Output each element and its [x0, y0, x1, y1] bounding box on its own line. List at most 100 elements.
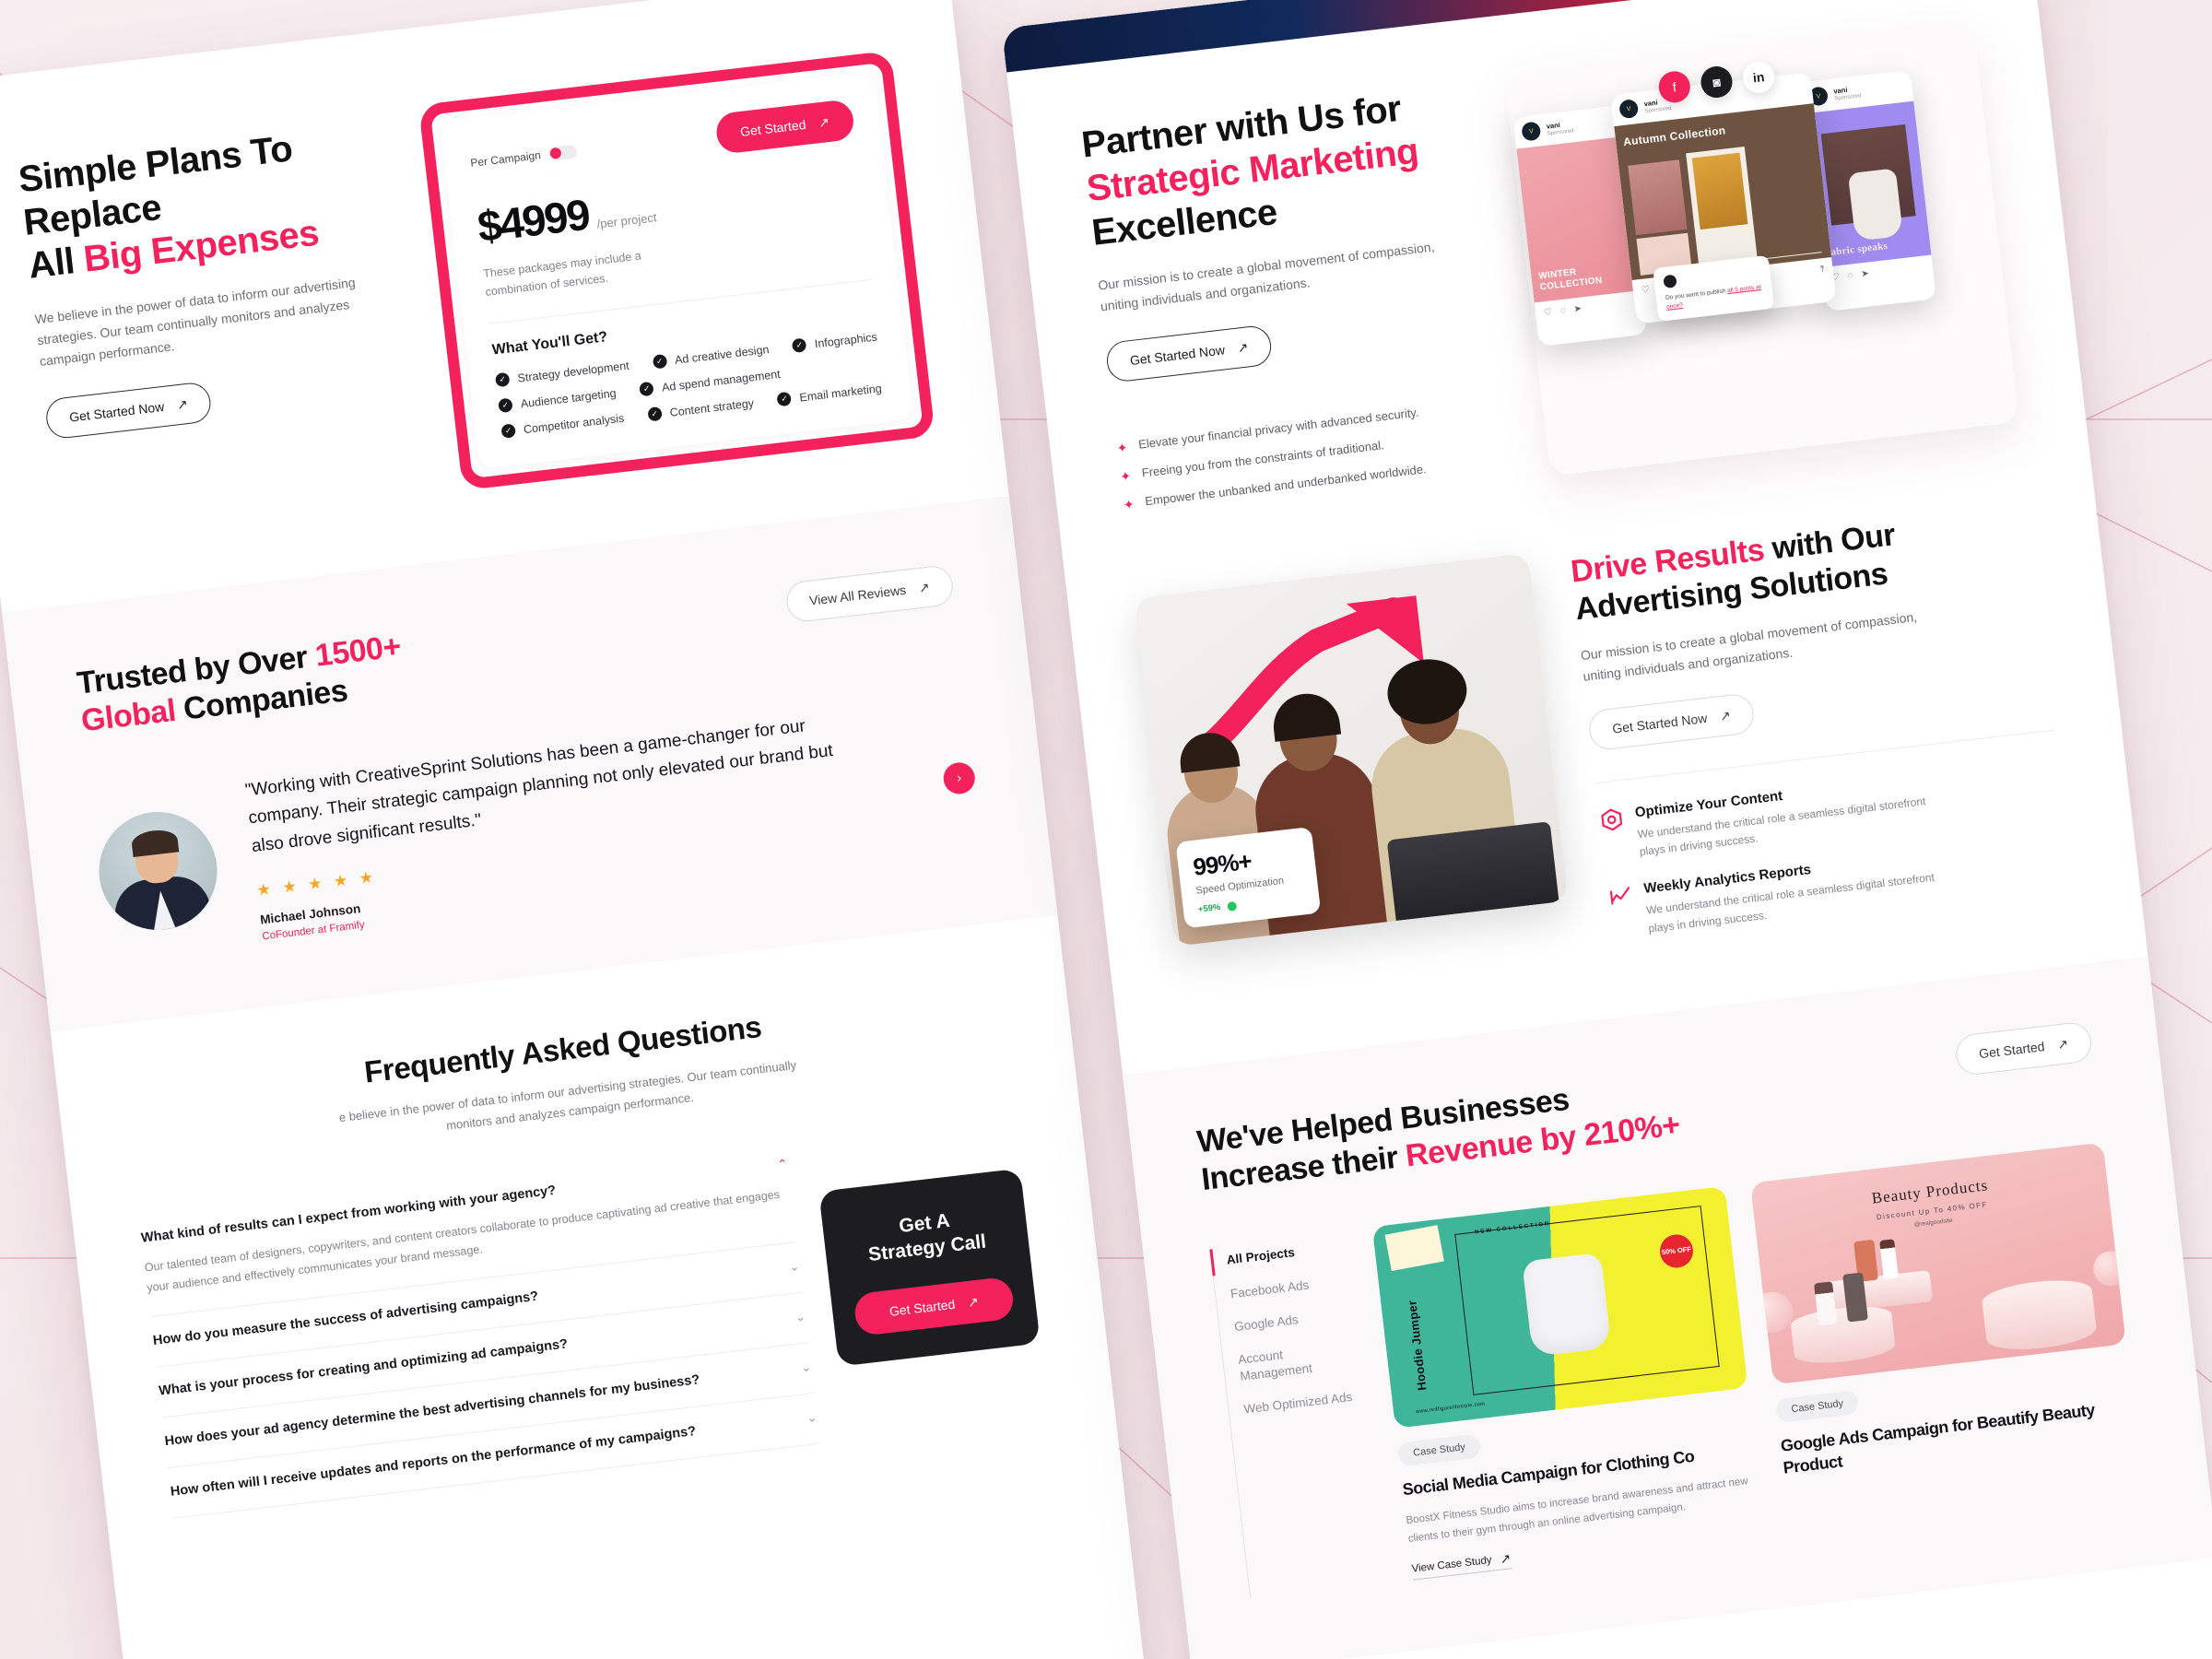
comment-icon[interactable]: ◌ [1559, 306, 1566, 317]
arrow-up-right-icon: ↗ [967, 1293, 980, 1310]
view-all-reviews-button[interactable]: View All Reviews ↗ [783, 564, 955, 624]
view-case-study-link[interactable]: View Case Study ↗ [1410, 1551, 1512, 1581]
arrow-up-right-icon: ↗ [2056, 1035, 2069, 1053]
feature-item: ✓ Content strategy [647, 395, 755, 422]
testimonial-author-role: CoFounder at Framify [261, 919, 366, 943]
instagram-icon[interactable]: ◙ [1699, 65, 1735, 100]
sparkle-icon: ✦ [1123, 496, 1135, 513]
check-icon: ✓ [500, 423, 516, 439]
post-image: Autumn Collection [1614, 103, 1832, 281]
podium-decoration [1980, 1276, 2099, 1355]
faq-section: Frequently Asked Questions e believe in … [50, 915, 1124, 1609]
testimonial-title-accent-1: 1500+ [312, 629, 403, 674]
view-all-reviews-label: View All Reviews [808, 582, 907, 608]
case-study-badge: Case Study [1775, 1390, 1860, 1424]
partner-title: Partner with Us for Strategic Marketing … [1079, 77, 1488, 254]
speed-stat-card: 99%+ Speed Optimization +59% [1175, 827, 1322, 929]
pricing-description: We believe in the power of data to infor… [33, 274, 357, 369]
arrow-up-right-icon: ↗ [1236, 339, 1250, 356]
podium-decoration [1789, 1302, 1897, 1368]
chevron-down-icon[interactable]: ⌄ [800, 1359, 812, 1375]
card-get-started-button[interactable]: Get Started ↗ [713, 99, 856, 155]
sphere-decoration [1750, 1289, 1795, 1335]
sparkle-icon: ✦ [1119, 468, 1133, 485]
plan-label-group: Per Campaign [470, 144, 578, 170]
comment-icon[interactable]: ◌ [1847, 270, 1853, 281]
case-image-url: www.redfigurelifestyle.com [1415, 1401, 1486, 1416]
account-avatar: V [1618, 99, 1640, 120]
case-study-card[interactable]: Beauty Products Discount Up To 40% OFF @… [1750, 1142, 2144, 1537]
team-photo: 99%+ Speed Optimization +59% [1134, 553, 1569, 947]
cta-line-1: Get A [898, 1209, 951, 1238]
price-note: These packages may include a combination… [482, 249, 642, 299]
pricing-card: Per Campaign Get Started ↗ $4999 /per pr… [440, 72, 914, 469]
feature-item: ✓ Email marketing [776, 381, 883, 407]
pricing-get-started-button[interactable]: Get Started Now ↗ [43, 381, 214, 441]
app-badge-icon [1663, 274, 1677, 289]
billing-toggle[interactable] [547, 144, 578, 161]
facebook-icon[interactable]: f [1656, 69, 1692, 105]
helped-businesses-section: We've Helped Businesses Increase their R… [1122, 956, 2212, 1659]
chevron-down-icon[interactable]: ⌄ [794, 1310, 806, 1325]
feature-item: ✓ Competitor analysis [500, 411, 625, 439]
share-icon[interactable]: ➤ [1861, 268, 1870, 279]
helped-get-started-label: Get Started [1978, 1038, 2046, 1061]
feature-label: Infographics [814, 330, 878, 350]
linkedin-icon[interactable]: in [1741, 59, 1777, 95]
helped-get-started-button[interactable]: Get Started ↗ [1953, 1020, 2094, 1077]
paper-note-decoration [1384, 1225, 1444, 1272]
account-avatar: V [1521, 121, 1542, 142]
faq-list: What kind of results can I expect from w… [138, 1139, 820, 1519]
testimonial-title-accent-2: Global [79, 692, 178, 739]
helped-title: We've Helped Businesses Increase their R… [1195, 1068, 1682, 1198]
page-title: Simple Plans To Replace All Big Expenses [17, 117, 398, 289]
drive-get-started-label: Get Started Now [1611, 710, 1709, 736]
speed-delta: +59% [1197, 902, 1222, 915]
feature-label: Ad creative design [674, 342, 771, 367]
strategy-call-card: Get A Strategy Call Get Started ↗ [818, 1168, 1041, 1367]
bookmark-icon[interactable]: ⤒ [1820, 265, 1826, 275]
line-chart-icon [1609, 887, 1630, 905]
case-study-image-hoodie: NEW COLLECTION 50% OFF Hoodie Jumper www… [1371, 1186, 1748, 1430]
pricing-hero-copy: Simple Plans To Replace All Big Expenses… [17, 117, 427, 537]
arrow-up-right-icon: ↗ [1719, 707, 1732, 724]
check-icon: ✓ [647, 406, 663, 422]
case-study-badge: Case Study [1396, 1433, 1482, 1467]
testimonial-next-button[interactable]: › [941, 760, 977, 796]
feature-label: Strategy development [516, 359, 630, 385]
feature-label: Ad spend management [661, 367, 782, 394]
strategy-call-button-label: Get Started [888, 1296, 957, 1319]
case-study-image-beauty: Beauty Products Discount Up To 40% OFF @… [1750, 1142, 2126, 1385]
share-icon[interactable]: ➤ [1573, 304, 1583, 315]
chevron-down-icon[interactable]: ⌄ [806, 1410, 818, 1426]
like-icon[interactable]: ♡ [1641, 285, 1650, 296]
toast-text: Do you want to publish [1665, 288, 1726, 301]
pricing-title-line2-plain: All [26, 240, 87, 288]
plan-label: Per Campaign [469, 148, 542, 170]
like-icon[interactable]: ♡ [1543, 307, 1552, 318]
check-icon: ✓ [494, 371, 511, 388]
check-icon: ✓ [652, 353, 668, 370]
chevron-up-icon[interactable]: ⌃ [777, 1157, 789, 1172]
sphere-decoration [2091, 1249, 2126, 1288]
check-icon: ✓ [792, 337, 807, 354]
feature-item: ✓ Ad spend management [639, 367, 781, 397]
left-design-panel: Simple Plans To Replace All Big Expenses… [0, 0, 1147, 1659]
drive-get-started-button[interactable]: Get Started Now ↗ [1587, 692, 1757, 752]
chevron-down-icon[interactable]: ⌄ [789, 1259, 801, 1275]
strategy-call-get-started-button[interactable]: Get Started ↗ [853, 1276, 1016, 1336]
case-study-card[interactable]: NEW COLLECTION 50% OFF Hoodie Jumper www… [1371, 1186, 1766, 1581]
partner-get-started-label: Get Started Now [1129, 342, 1226, 369]
social-posts-mockup: f ◙ in V vani Sponsored WINTER COLLECTIO… [1503, 19, 2020, 477]
case-image-product: Hoodie Jumper [1405, 1300, 1430, 1392]
feature-label: Email marketing [798, 381, 883, 405]
partner-get-started-button[interactable]: Get Started Now ↗ [1104, 324, 1274, 384]
project-filter-nav: All Projects Facebook Ads Google Ads Acc… [1208, 1230, 1386, 1600]
sparkle-icon: ✦ [1115, 440, 1129, 456]
post-caption: Autumn Collection [1622, 124, 1727, 149]
partner-bullet-list: ✦ Elevate your financial privacy with adv… [1116, 394, 1518, 512]
check-icon: ✓ [776, 391, 793, 407]
pricing-get-started-label: Get Started Now [68, 398, 166, 425]
post-caption: fabric speaks [1826, 241, 1888, 259]
feature-label: Audience targeting [520, 385, 618, 410]
